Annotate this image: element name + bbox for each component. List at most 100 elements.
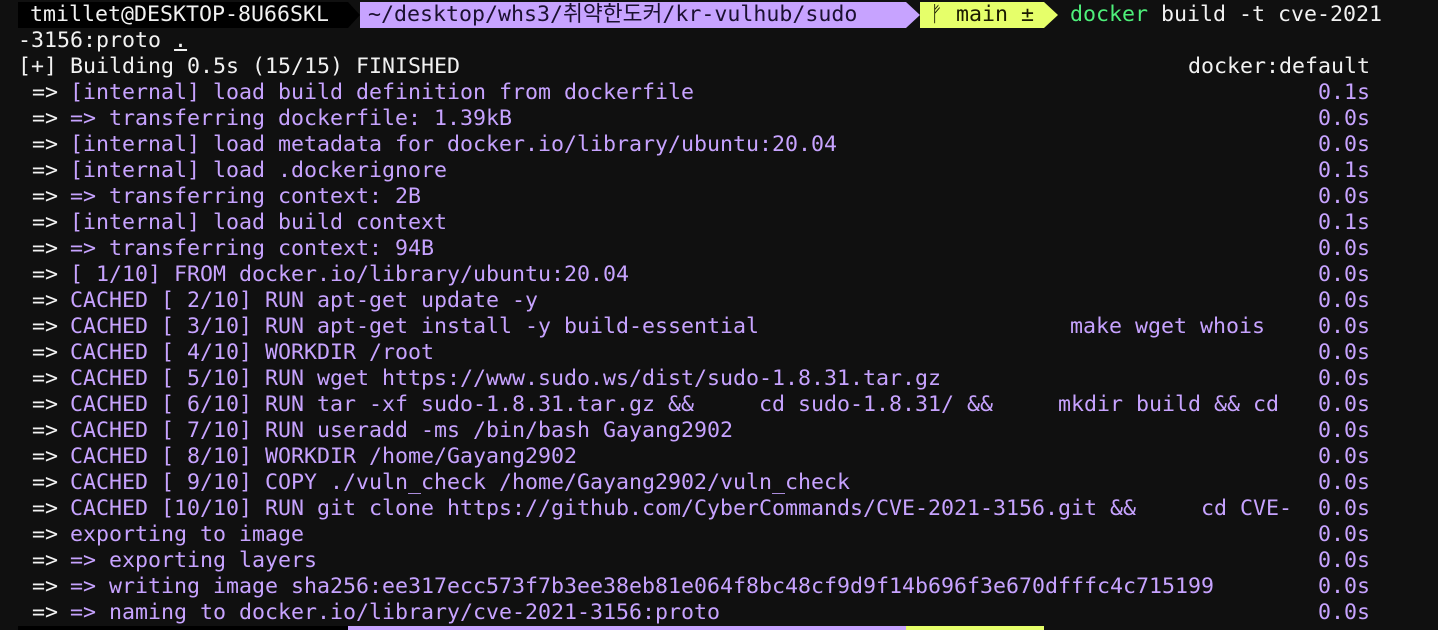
step-time: 0.0s: [1317, 184, 1370, 209]
step-time: 0.0s: [1317, 522, 1370, 547]
next-prompt-edge: [0, 626, 1438, 630]
step-arrow: =>: [32, 340, 59, 365]
step-text: CACHED [ 2/10] RUN apt-get update -y: [70, 288, 539, 313]
prompt-separator-icon: [906, 2, 920, 28]
command-args: build -t cve-2021: [1161, 2, 1383, 27]
command-input[interactable]: docker build -t cve-2021: [1070, 2, 1382, 28]
command-name: docker: [1070, 2, 1149, 27]
step-arrow: =>: [32, 262, 59, 287]
build-step-row: => CACHED [ 3/10] RUN apt-get install -y …: [0, 314, 1438, 340]
step-arrow: =>: [32, 392, 59, 417]
build-context: docker:default: [1187, 54, 1370, 79]
build-step-row: => [internal] load .dockerignore 0.1s: [0, 158, 1438, 184]
build-step-row: => => transferring context: 2B 0.0s: [0, 184, 1438, 210]
step-text: [internal] load metadata for docker.io/l…: [70, 132, 838, 157]
step-time: 0.1s: [1317, 210, 1370, 235]
step-text: CACHED [ 3/10] RUN apt-get install -y bu…: [70, 314, 760, 339]
step-time: 0.0s: [1317, 132, 1370, 157]
step-time: 0.0s: [1317, 600, 1370, 625]
next-prompt-user-edge: [18, 626, 348, 630]
step-time: 0.0s: [1317, 496, 1370, 521]
build-step-row: => CACHED [ 8/10] WORKDIR /home/Gayang290…: [0, 444, 1438, 470]
step-time: 0.0s: [1317, 470, 1370, 495]
prompt-line: tmillet@DESKTOP-8U66SKL ~/desktop/whs3/취…: [0, 2, 1438, 28]
build-header: [+] Building 0.5s (15/15) FINISHED docke…: [0, 54, 1438, 80]
step-text: CACHED [10/10] RUN git clone https://git…: [70, 496, 1293, 521]
step-time: 0.1s: [1317, 80, 1370, 105]
build-step-row: => => writing image sha256:ee317ecc573f7b…: [0, 574, 1438, 600]
step-arrow: =>: [32, 574, 59, 599]
command-continuation-line: -3156:proto .: [0, 28, 1438, 54]
step-arrow: =>: [32, 600, 59, 625]
step-text: [internal] load build definition from do…: [70, 80, 695, 105]
build-step-row: => CACHED [ 2/10] RUN apt-get update -y 0.…: [0, 288, 1438, 314]
step-arrow: =>: [32, 418, 59, 443]
step-extra: make wget whois: [1070, 314, 1266, 339]
step-time: 0.0s: [1317, 392, 1370, 417]
build-step-row: => exporting to image 0.0s: [0, 522, 1438, 548]
build-step-row: => => naming to docker.io/library/cve-202…: [0, 600, 1438, 626]
step-arrow: =>: [32, 288, 59, 313]
step-arrow: =>: [32, 366, 59, 391]
step-arrow: =>: [32, 210, 59, 235]
step-arrow: =>: [32, 106, 59, 131]
step-time: 0.0s: [1317, 314, 1370, 339]
step-time: 0.0s: [1317, 106, 1370, 131]
step-time: 0.0s: [1317, 366, 1370, 391]
step-text: [internal] load .dockerignore: [70, 158, 448, 183]
step-arrow: =>: [32, 548, 59, 573]
build-step-row: => CACHED [10/10] RUN git clone https://g…: [0, 496, 1438, 522]
step-text: => transferring dockerfile: 1.39kB: [70, 106, 513, 131]
step-arrow: =>: [32, 470, 59, 495]
step-text: CACHED [ 4/10] WORKDIR /root: [70, 340, 435, 365]
step-text: CACHED [ 6/10] RUN tar -xf sudo-1.8.31.t…: [70, 392, 1280, 417]
step-arrow: =>: [32, 132, 59, 157]
build-step-row: => [internal] load build definition from …: [0, 80, 1438, 106]
step-text: [internal] load build context: [70, 210, 448, 235]
build-step-row: => => exporting layers 0.0s: [0, 548, 1438, 574]
prompt-user-host: tmillet@DESKTOP-8U66SKL: [18, 2, 348, 28]
step-text: => transferring context: 2B: [70, 184, 422, 209]
step-arrow: =>: [32, 236, 59, 261]
step-text: exporting to image: [70, 522, 305, 547]
step-text: => transferring context: 94B: [70, 236, 435, 261]
build-step-row: => CACHED [ 5/10] RUN wget https://www.su…: [0, 366, 1438, 392]
step-text: => exporting layers: [70, 548, 318, 573]
build-step-row: => CACHED [ 7/10] RUN useradd -ms /bin/ba…: [0, 418, 1438, 444]
step-time: 0.0s: [1317, 548, 1370, 573]
step-text: CACHED [ 8/10] WORKDIR /home/Gayang2902: [70, 444, 578, 469]
step-time: 0.0s: [1317, 340, 1370, 365]
command-dot: .: [174, 28, 188, 53]
command-continuation-text: -3156:proto: [18, 28, 162, 53]
prompt-separator-icon: [348, 2, 360, 28]
step-text: CACHED [ 9/10] COPY ./vuln_check /home/G…: [70, 470, 851, 495]
build-step-row: => [ 1/10] FROM docker.io/library/ubuntu:…: [0, 262, 1438, 288]
step-text: CACHED [ 5/10] RUN wget https://www.sudo…: [70, 366, 942, 391]
prompt-separator-icon: [1044, 2, 1058, 28]
step-arrow: =>: [32, 496, 59, 521]
command-continuation: -3156:proto .: [18, 28, 187, 54]
prompt-directory: ~/desktop/whs3/취약한도커/kr-vulhub/sudo: [360, 2, 906, 28]
build-step-row: => [internal] load metadata for docker.io…: [0, 132, 1438, 158]
step-text: => naming to docker.io/library/cve-2021-…: [70, 600, 721, 625]
build-step-row: => CACHED [ 9/10] COPY ./vuln_check /home…: [0, 470, 1438, 496]
step-arrow: =>: [32, 158, 59, 183]
step-text: => writing image sha256:ee317ecc573f7b3e…: [70, 574, 1215, 599]
step-time: 0.0s: [1317, 236, 1370, 261]
step-text: CACHED [ 7/10] RUN useradd -ms /bin/bash…: [70, 418, 734, 443]
build-step-row: => CACHED [ 6/10] RUN tar -xf sudo-1.8.31…: [0, 392, 1438, 418]
build-step-row: => [internal] load build context 0.1s: [0, 210, 1438, 236]
step-arrow: =>: [32, 444, 59, 469]
next-prompt-git-edge: [906, 626, 1044, 630]
build-step-row: => => transferring context: 94B 0.0s: [0, 236, 1438, 262]
step-time: 0.0s: [1317, 288, 1370, 313]
step-time: 0.1s: [1317, 158, 1370, 183]
step-arrow: =>: [32, 80, 59, 105]
step-text: [ 1/10] FROM docker.io/library/ubuntu:20…: [70, 262, 630, 287]
step-time: 0.0s: [1317, 418, 1370, 443]
build-step-row: => CACHED [ 4/10] WORKDIR /root 0.0s: [0, 340, 1438, 366]
step-arrow: =>: [32, 184, 59, 209]
next-prompt-dir-edge: [348, 626, 906, 630]
step-arrow: =>: [32, 314, 59, 339]
step-time: 0.0s: [1317, 444, 1370, 469]
